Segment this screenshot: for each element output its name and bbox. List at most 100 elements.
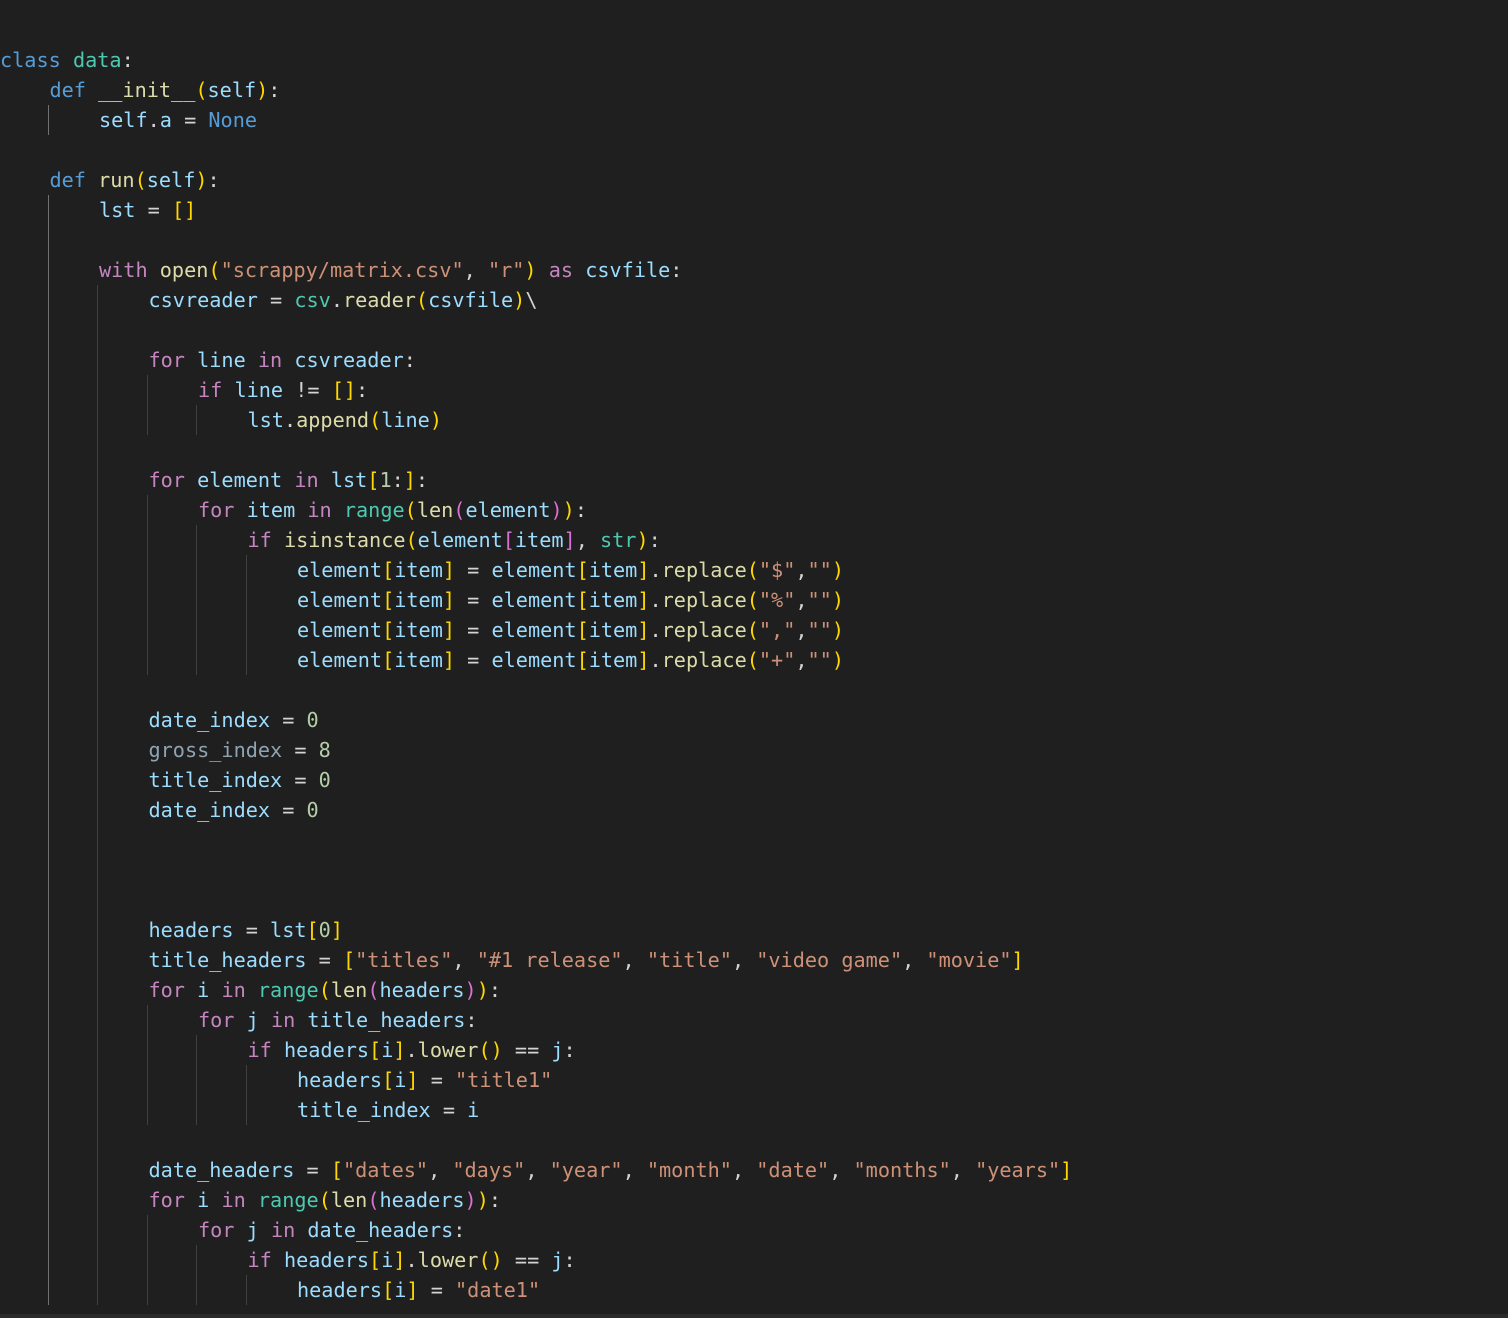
code-line[interactable]: if headers[i].lower() == j: bbox=[0, 1245, 1508, 1275]
code-line[interactable] bbox=[0, 225, 1508, 255]
code-token: for bbox=[148, 978, 185, 1002]
code-token: headers bbox=[297, 1068, 383, 1092]
code-line[interactable]: title_index = 0 bbox=[0, 765, 1508, 795]
code-line[interactable]: for line in csvreader: bbox=[0, 345, 1508, 375]
code-token: ( bbox=[318, 1188, 331, 1212]
code-line[interactable]: headers = lst[0] bbox=[0, 915, 1508, 945]
code-token: = bbox=[430, 1098, 468, 1122]
code-token: ) bbox=[831, 558, 844, 582]
code-line[interactable]: for i in range(len(headers)): bbox=[0, 975, 1508, 1005]
code-line[interactable]: for j in title_headers: bbox=[0, 1005, 1508, 1035]
indent-guide bbox=[146, 1035, 148, 1065]
indent-guide bbox=[47, 885, 49, 915]
code-line[interactable] bbox=[0, 1125, 1508, 1155]
code-line[interactable]: def run(self): bbox=[0, 165, 1508, 195]
indent-guide bbox=[97, 735, 98, 765]
code-line[interactable]: element[item] = element[item].replace(",… bbox=[0, 615, 1508, 645]
code-line[interactable]: title_index = i bbox=[0, 1095, 1508, 1125]
code-token: replace bbox=[661, 558, 747, 582]
code-line[interactable]: def __init__(self): bbox=[0, 75, 1508, 105]
code-line[interactable]: element[item] = element[item].replace("+… bbox=[0, 645, 1508, 675]
code-line[interactable]: lst.append(line) bbox=[0, 405, 1508, 435]
code-token: , bbox=[795, 648, 808, 672]
code-token: "date1" bbox=[455, 1278, 541, 1302]
horizontal-scrollbar[interactable] bbox=[0, 1314, 1508, 1318]
code-line[interactable]: date_headers = ["dates", "days", "year",… bbox=[0, 1155, 1508, 1185]
code-line[interactable]: for j in date_headers: bbox=[0, 1215, 1508, 1245]
code-line[interactable] bbox=[0, 675, 1508, 705]
code-token: csvfile bbox=[585, 258, 671, 282]
code-token: data bbox=[72, 48, 122, 72]
code-line[interactable]: headers[i] = "title1" bbox=[0, 1065, 1508, 1095]
code-token: : bbox=[121, 48, 134, 72]
indent-guide bbox=[97, 1125, 98, 1155]
code-token: len bbox=[330, 1188, 368, 1212]
code-line[interactable]: lst = [] bbox=[0, 195, 1508, 225]
code-line[interactable]: self.a = None bbox=[0, 105, 1508, 135]
code-text: element[item] = element[item].replace("+… bbox=[297, 645, 844, 675]
code-line[interactable] bbox=[0, 135, 1508, 165]
code-text: title_index = i bbox=[297, 1095, 479, 1125]
code-token: ( bbox=[195, 78, 208, 102]
code-line[interactable]: if isinstance(element[item], str): bbox=[0, 525, 1508, 555]
code-line[interactable]: element[item] = element[item].replace("$… bbox=[0, 555, 1508, 585]
code-token: replace bbox=[661, 618, 747, 642]
code-text: for item in range(len(element)): bbox=[198, 495, 587, 525]
code-line[interactable] bbox=[0, 315, 1508, 345]
code-line[interactable]: for element in lst[1:]: bbox=[0, 465, 1508, 495]
code-text: if headers[i].lower() == j: bbox=[248, 1035, 576, 1065]
code-line[interactable]: if line != []: bbox=[0, 375, 1508, 405]
code-line[interactable]: gross_index = 8 bbox=[0, 735, 1508, 765]
indent-guide bbox=[97, 705, 98, 735]
code-text: headers[i] = "title1" bbox=[297, 1065, 552, 1095]
code-token: ] bbox=[403, 468, 416, 492]
code-token: [ bbox=[306, 918, 319, 942]
code-line[interactable]: for i in range(len(headers)): bbox=[0, 1185, 1508, 1215]
code-token: . bbox=[649, 558, 662, 582]
code-line[interactable]: if headers[i].lower() == j: bbox=[0, 1035, 1508, 1065]
code-line[interactable] bbox=[0, 885, 1508, 915]
code-token: csv bbox=[294, 288, 331, 312]
code-line[interactable]: with open("scrappy/matrix.csv", "r") as … bbox=[0, 255, 1508, 285]
code-token: , bbox=[731, 948, 757, 972]
code-token: append bbox=[296, 408, 370, 432]
code-text: headers = lst[0] bbox=[149, 915, 343, 945]
indent-guide bbox=[97, 855, 98, 885]
code-line[interactable]: element[item] = element[item].replace("%… bbox=[0, 585, 1508, 615]
code-line[interactable]: date_index = 0 bbox=[0, 795, 1508, 825]
code-token: "" bbox=[807, 558, 832, 582]
code-line[interactable]: csvreader = csv.reader(csvfile)\ bbox=[0, 285, 1508, 315]
code-line[interactable]: date_index = 0 bbox=[0, 705, 1508, 735]
code-token: "titles" bbox=[355, 948, 453, 972]
code-token: = bbox=[455, 648, 492, 672]
code-token: replace bbox=[661, 648, 747, 672]
code-line[interactable]: for item in range(len(element)): bbox=[0, 495, 1508, 525]
code-token: 0 bbox=[318, 918, 331, 942]
code-area[interactable]: class data: def __init__(self): self.a = N… bbox=[0, 45, 1508, 1305]
code-token: self bbox=[99, 108, 148, 132]
code-token: = bbox=[294, 1158, 331, 1182]
code-token: range bbox=[343, 498, 405, 522]
code-token: in bbox=[270, 1218, 296, 1242]
code-token: ] bbox=[637, 558, 650, 582]
code-line[interactable]: class data: bbox=[0, 45, 1508, 75]
indent-guide bbox=[97, 435, 98, 465]
code-editor[interactable]: class data: def __init__(self): self.a = N… bbox=[0, 0, 1508, 1318]
code-line[interactable] bbox=[0, 825, 1508, 855]
indent-guide bbox=[97, 285, 98, 315]
code-token: . bbox=[405, 1038, 418, 1062]
indent-guide bbox=[196, 615, 197, 645]
code-line[interactable]: title_headers = ["titles", "#1 release",… bbox=[0, 945, 1508, 975]
code-text: if line != []: bbox=[198, 375, 368, 405]
code-token: lst bbox=[247, 408, 284, 432]
code-line[interactable] bbox=[0, 855, 1508, 885]
code-token: ( bbox=[367, 1188, 380, 1212]
code-line[interactable]: headers[i] = "date1" bbox=[0, 1275, 1508, 1305]
code-token: for bbox=[148, 348, 185, 372]
code-token: isinstance bbox=[283, 528, 406, 552]
code-line[interactable] bbox=[0, 435, 1508, 465]
